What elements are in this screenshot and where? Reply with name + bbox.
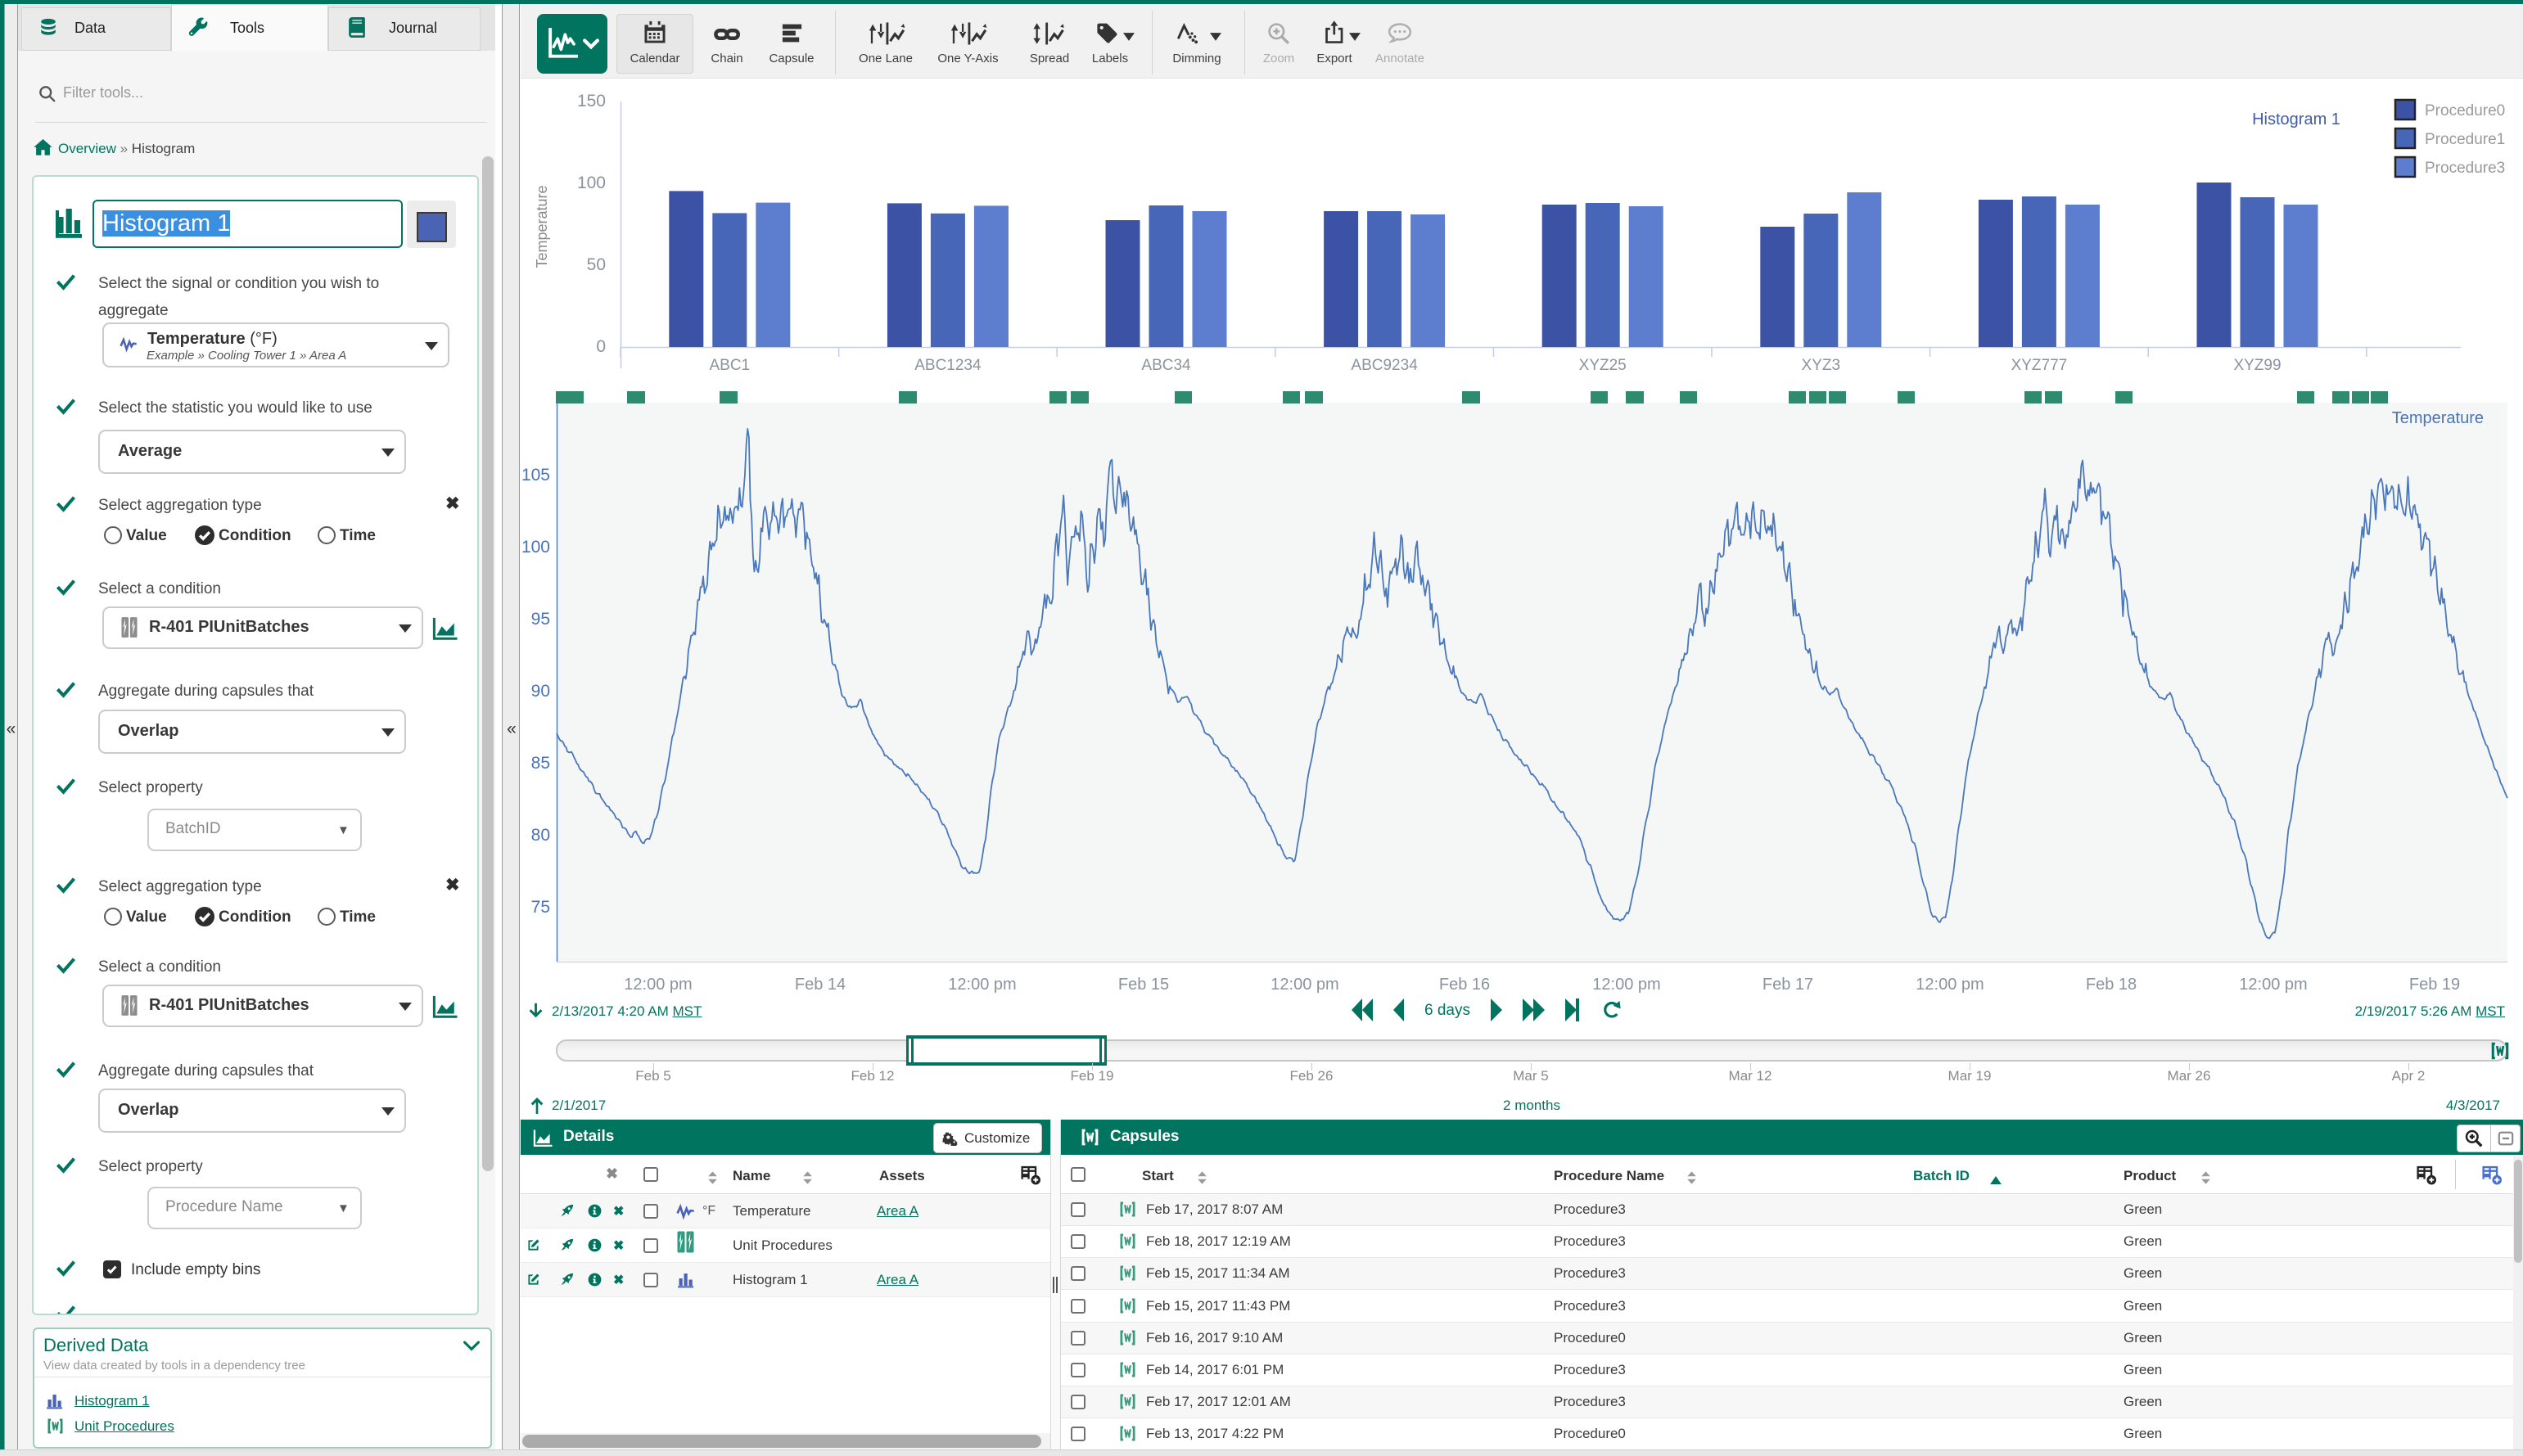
svg-text:Procedure1: Procedure1 xyxy=(2425,131,2505,148)
svg-text:Feb 15: Feb 15 xyxy=(1118,976,1169,994)
svg-text:ABC34: ABC34 xyxy=(1141,357,1191,374)
svg-text:Feb 19: Feb 19 xyxy=(2409,976,2460,994)
svg-text:ABC1: ABC1 xyxy=(709,357,750,374)
svg-text:XYZ99: XYZ99 xyxy=(2233,357,2281,374)
svg-text:12:00 pm: 12:00 pm xyxy=(2239,976,2307,994)
svg-text:100: 100 xyxy=(577,174,606,192)
svg-text:XYZ3: XYZ3 xyxy=(1802,357,1841,374)
svg-text:Temperature: Temperature xyxy=(2392,409,2484,427)
svg-text:ABC9234: ABC9234 xyxy=(1351,357,1418,374)
svg-text:Feb 16: Feb 16 xyxy=(1439,976,1490,994)
svg-text:Procedure3: Procedure3 xyxy=(2425,160,2505,177)
svg-text:Feb 18: Feb 18 xyxy=(2086,976,2137,994)
svg-text:100: 100 xyxy=(521,538,550,557)
svg-text:95: 95 xyxy=(531,610,550,629)
svg-text:Histogram 1: Histogram 1 xyxy=(2252,110,2340,128)
svg-text:90: 90 xyxy=(531,682,550,701)
svg-text:XYZ777: XYZ777 xyxy=(2011,357,2068,374)
svg-text:Temperature: Temperature xyxy=(534,185,550,268)
svg-text:ABC1234: ABC1234 xyxy=(914,357,982,374)
svg-text:12:00 pm: 12:00 pm xyxy=(624,976,692,994)
svg-text:Procedure0: Procedure0 xyxy=(2425,102,2505,119)
svg-text:105: 105 xyxy=(521,466,550,485)
svg-text:0: 0 xyxy=(596,337,606,356)
svg-text:50: 50 xyxy=(587,255,606,274)
svg-text:80: 80 xyxy=(531,826,550,845)
svg-text:85: 85 xyxy=(531,754,550,773)
svg-text:12:00 pm: 12:00 pm xyxy=(1271,976,1338,994)
svg-text:150: 150 xyxy=(577,92,606,110)
svg-text:XYZ25: XYZ25 xyxy=(1579,357,1627,374)
svg-text:Feb 17: Feb 17 xyxy=(1762,976,1813,994)
svg-text:Feb 14: Feb 14 xyxy=(795,976,846,994)
svg-text:75: 75 xyxy=(531,898,550,917)
svg-text:12:00 pm: 12:00 pm xyxy=(948,976,1016,994)
svg-text:12:00 pm: 12:00 pm xyxy=(1916,976,1984,994)
svg-text:12:00 pm: 12:00 pm xyxy=(1592,976,1660,994)
